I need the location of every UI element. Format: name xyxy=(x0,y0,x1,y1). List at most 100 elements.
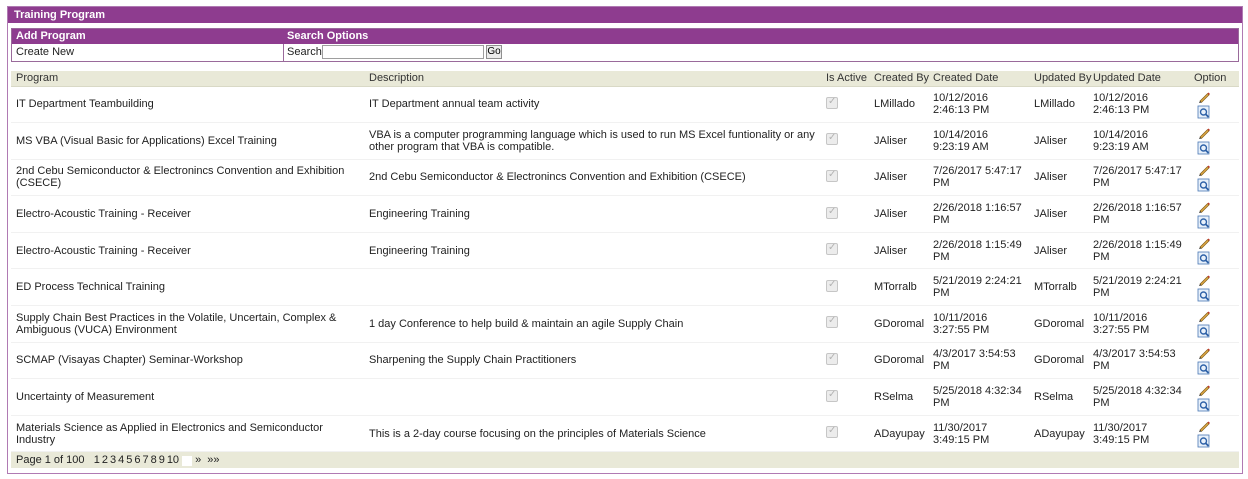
page-link-9[interactable]: 9 xyxy=(159,454,165,466)
cell-description xyxy=(364,269,821,306)
table-row: Electro-Acoustic Training - Receiver Engi… xyxy=(11,232,1239,269)
cell-created-by: ADayupay xyxy=(874,427,925,440)
magnifier-view-icon[interactable] xyxy=(1197,288,1211,302)
search-input[interactable] xyxy=(322,45,484,59)
cell-updated-date: 10/11/2016 3:27:55 PM xyxy=(1093,311,1150,336)
cell-is-active xyxy=(821,196,869,233)
is-active-checkbox xyxy=(826,96,838,109)
cell-updated-date: 4/3/2017 3:54:53 PM xyxy=(1093,348,1176,373)
magnifier-view-icon[interactable] xyxy=(1197,251,1211,265)
page-more-box xyxy=(182,455,193,466)
cell-option xyxy=(1189,86,1239,123)
magnifier-view-icon[interactable] xyxy=(1197,434,1211,448)
go-button[interactable]: Go xyxy=(486,45,502,59)
training-program-panel: Training Program Add Program Search Opti… xyxy=(7,6,1243,474)
is-active-checkbox xyxy=(826,169,838,182)
cell-option xyxy=(1189,269,1239,306)
page-link-5[interactable]: 5 xyxy=(126,454,132,466)
page-link-3[interactable]: 3 xyxy=(110,454,116,466)
cell-created-date: 2/26/2018 1:15:49 PM xyxy=(933,238,1022,263)
cell-program: ED Process Technical Training xyxy=(16,281,165,294)
cell-created-by: JAliser xyxy=(874,244,908,257)
table-header-row: Program Description Is Active Created By Cre… xyxy=(11,71,1239,87)
page-link-6[interactable]: 6 xyxy=(134,454,140,466)
cell-created-by: MTorralb xyxy=(874,281,917,294)
pencil-edit-icon[interactable] xyxy=(1197,200,1211,214)
is-active-checkbox xyxy=(826,279,838,292)
cell-created-date: 4/3/2017 3:54:53 PM xyxy=(933,348,1016,373)
cell-created-by: RSelma xyxy=(874,391,914,404)
cell-updated-by: RSelma xyxy=(1034,391,1074,404)
pencil-edit-icon[interactable] xyxy=(1197,90,1211,104)
cell-updated-by: JAliser xyxy=(1034,171,1068,184)
cell-created-date: 5/21/2019 2:24:21 PM xyxy=(933,275,1022,300)
table-row: IT Department Teambuilding IT Department … xyxy=(11,86,1239,123)
pencil-edit-icon[interactable] xyxy=(1197,126,1211,140)
cell-updated-by: JAliser xyxy=(1034,208,1068,221)
page-link-10[interactable]: 10 xyxy=(167,454,179,466)
column-header-created-date: Created Date xyxy=(928,71,1029,87)
cell-program: 2nd Cebu Semiconductor & Electronincs Co… xyxy=(16,165,345,190)
cell-program: MS VBA (Visual Basic for Applications) E… xyxy=(16,134,277,147)
cell-updated-by: MTorralb xyxy=(1034,281,1077,294)
is-active-checkbox xyxy=(826,352,838,365)
pencil-edit-icon[interactable] xyxy=(1197,163,1211,177)
cell-created-by: LMillado xyxy=(874,98,915,111)
cell-option xyxy=(1189,306,1239,343)
magnifier-view-icon[interactable] xyxy=(1197,398,1211,412)
pencil-edit-icon[interactable] xyxy=(1197,419,1211,433)
cell-updated-date: 5/25/2018 4:32:34 PM xyxy=(1093,385,1182,410)
cell-description: IT Department annual team activity xyxy=(369,98,540,111)
cell-description xyxy=(364,379,821,416)
magnifier-view-icon[interactable] xyxy=(1197,178,1211,192)
magnifier-view-icon[interactable] xyxy=(1197,215,1211,229)
page-link-4[interactable]: 4 xyxy=(118,454,124,466)
last-page-link[interactable]: »» xyxy=(207,454,219,466)
cell-is-active xyxy=(821,415,869,452)
page-links: 1 2 3 4 5 6 7 8 9 10 xyxy=(94,454,181,466)
page-link-7[interactable]: 7 xyxy=(142,454,148,466)
cell-option xyxy=(1189,159,1239,196)
magnifier-view-icon[interactable] xyxy=(1197,324,1211,338)
cell-description: 1 day Conference to help build & maintai… xyxy=(369,317,684,330)
program-table: Program Description Is Active Created By Cre… xyxy=(11,71,1239,452)
pencil-edit-icon[interactable] xyxy=(1197,346,1211,360)
page-link-8[interactable]: 8 xyxy=(151,454,157,466)
pencil-edit-icon[interactable] xyxy=(1197,273,1211,287)
options-box: Add Program Search Options Create New Se… xyxy=(11,28,1239,62)
cell-created-date: 10/12/2016 2:46:13 PM xyxy=(933,92,990,117)
cell-updated-date: 5/21/2019 2:24:21 PM xyxy=(1093,275,1182,300)
search-label: Search: xyxy=(287,46,325,58)
magnifier-view-icon[interactable] xyxy=(1197,141,1211,155)
add-program-heading: Add Program xyxy=(16,30,86,42)
pencil-edit-icon[interactable] xyxy=(1197,236,1211,250)
search-options-heading: Search Options xyxy=(287,30,369,42)
table-row: Uncertainty of Measurement RSelma 5/25/201… xyxy=(11,379,1239,416)
pencil-edit-icon[interactable] xyxy=(1197,383,1211,397)
page-link-1[interactable]: 1 xyxy=(94,454,100,466)
magnifier-view-icon[interactable] xyxy=(1197,105,1211,119)
column-header-option: Option xyxy=(1189,71,1239,87)
table-row: 2nd Cebu Semiconductor & Electronincs Co… xyxy=(11,159,1239,196)
next-page-link[interactable]: » xyxy=(195,454,201,466)
cell-description: Engineering Training xyxy=(369,244,470,257)
cell-updated-by: JAliser xyxy=(1034,244,1068,257)
pencil-edit-icon[interactable] xyxy=(1197,309,1211,323)
cell-updated-by: ADayupay xyxy=(1034,427,1085,440)
cell-is-active xyxy=(821,306,869,343)
cell-created-by: JAliser xyxy=(874,208,908,221)
cell-created-date: 5/25/2018 4:32:34 PM xyxy=(933,385,1022,410)
create-new-link[interactable]: Create New xyxy=(16,46,74,58)
is-active-checkbox xyxy=(826,242,838,256)
cell-program: Supply Chain Best Practices in the Volat… xyxy=(16,311,337,336)
cell-updated-date: 11/30/2017 3:49:15 PM xyxy=(1093,421,1150,446)
cell-updated-date: 10/12/2016 2:46:13 PM xyxy=(1093,92,1150,117)
magnifier-view-icon[interactable] xyxy=(1197,361,1211,375)
cell-created-date: 2/26/2018 1:16:57 PM xyxy=(933,202,1022,227)
cell-is-active xyxy=(821,232,869,269)
column-header-updated-by: Updated By xyxy=(1029,71,1091,87)
cell-created-date: 7/26/2017 5:47:17 PM xyxy=(933,165,1022,190)
cell-description: Sharpening the Supply Chain Practitioner… xyxy=(369,354,577,367)
cell-created-date: 11/30/2017 3:49:15 PM xyxy=(933,421,990,446)
page-link-2[interactable]: 2 xyxy=(102,454,108,466)
